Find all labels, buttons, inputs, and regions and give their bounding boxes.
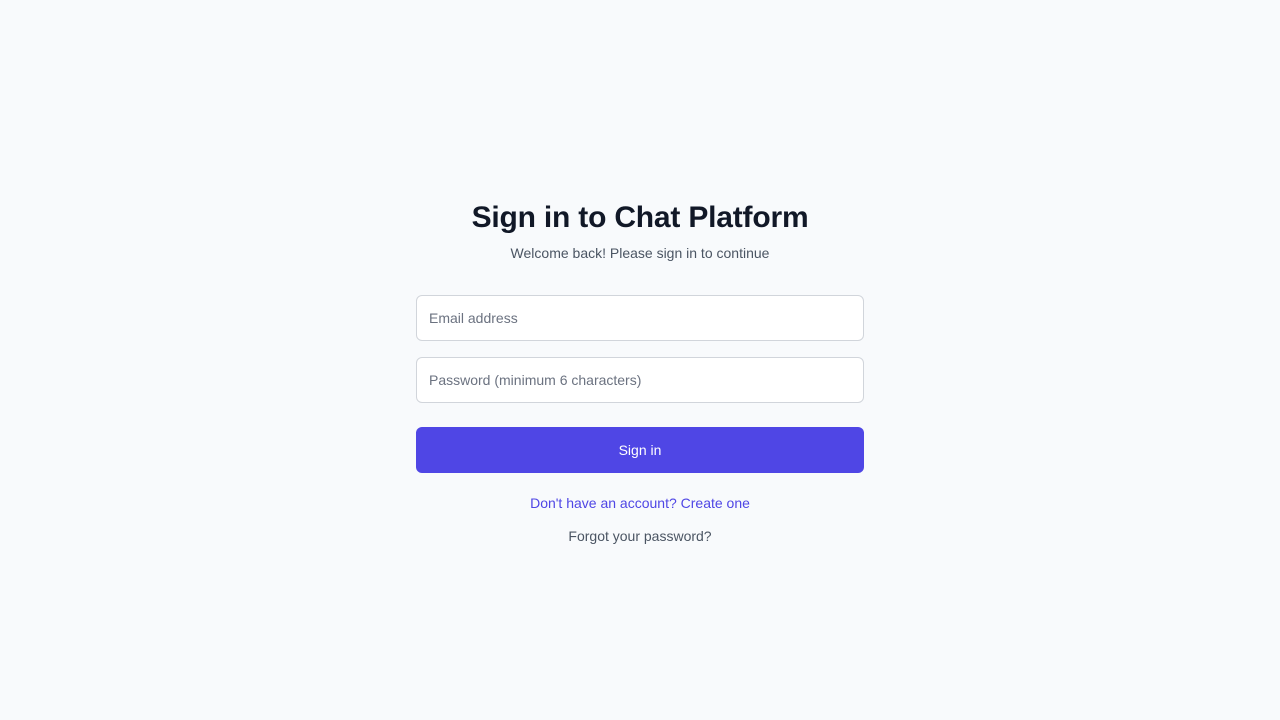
password-input[interactable] — [416, 357, 864, 403]
forgot-password-row: Forgot your password? — [416, 526, 864, 547]
create-account-row: Don't have an account? Create one — [416, 493, 864, 514]
sign-in-form: Sign in — [416, 295, 864, 473]
sign-in-panel: Sign in to Chat Platform Welcome back! P… — [416, 198, 864, 547]
sign-in-button[interactable]: Sign in — [416, 427, 864, 473]
create-account-link[interactable]: Don't have an account? Create one — [530, 495, 750, 511]
page-title: Sign in to Chat Platform — [471, 201, 809, 234]
email-input[interactable] — [416, 295, 864, 341]
page-subtitle: Welcome back! Please sign in to continue — [510, 245, 770, 261]
forgot-password-link[interactable]: Forgot your password? — [568, 528, 711, 544]
